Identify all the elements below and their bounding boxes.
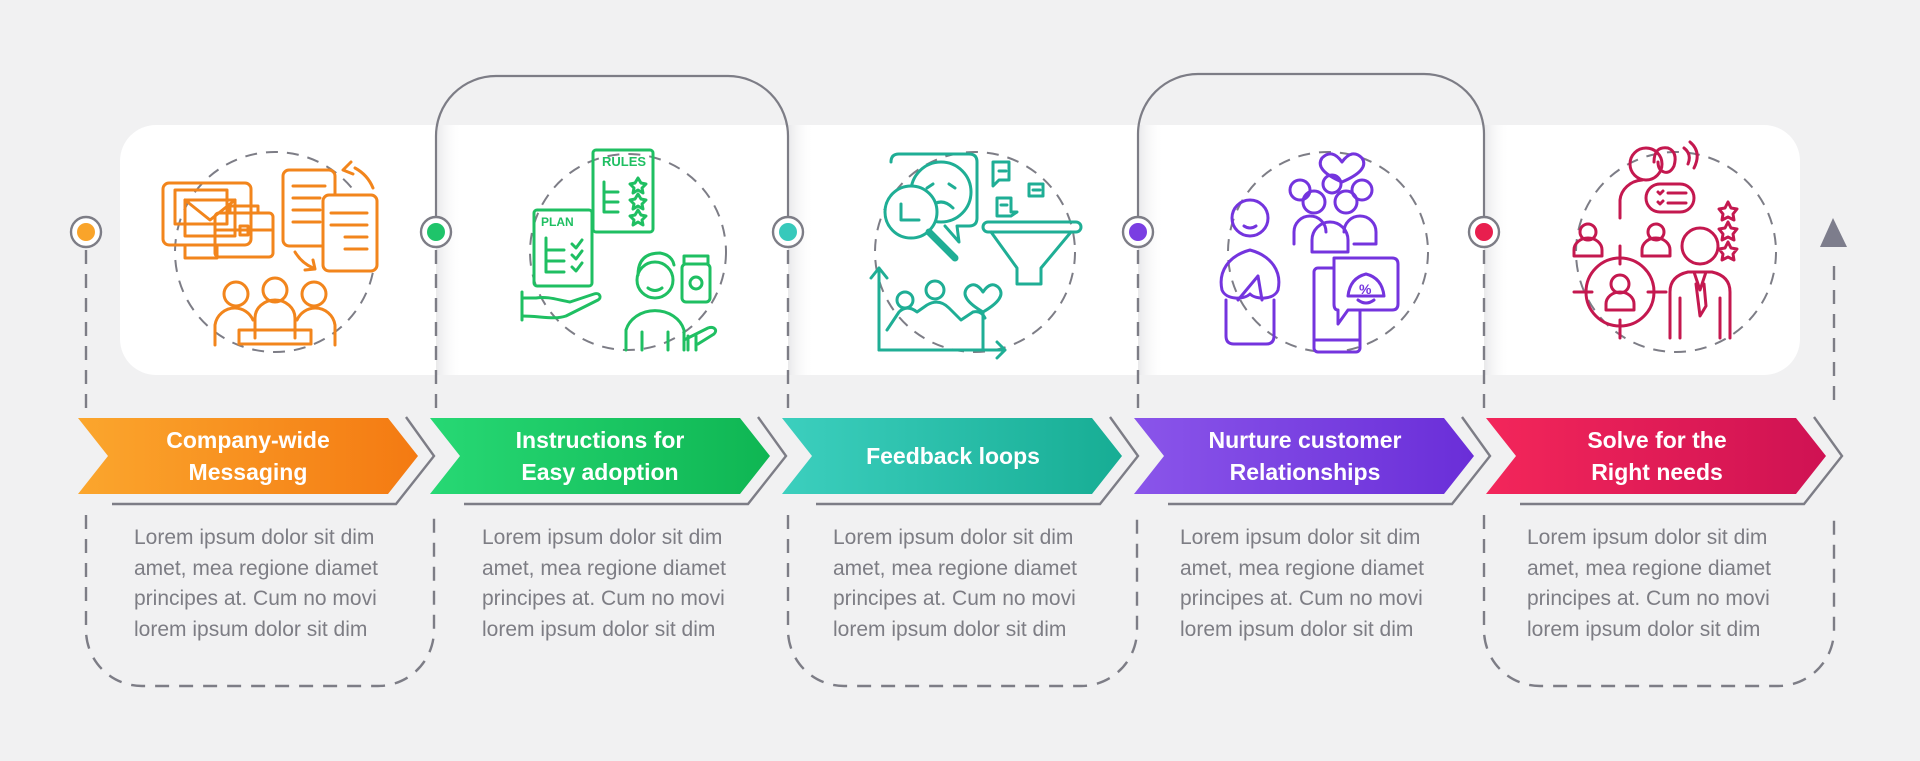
- step-2-description: Lorem ipsum dolor sit dim amet, mea regi…: [482, 526, 726, 641]
- rules-label: RULES: [602, 154, 646, 169]
- step-4-title: Nurture customer Relationships: [1208, 427, 1402, 485]
- target-needs-icon: [1572, 140, 1777, 353]
- feedback-funnel-icon: [869, 151, 1083, 360]
- step-3-description: Lorem ipsum dolor sit dim amet, mea regi…: [833, 526, 1077, 641]
- card-divider-shade: [1484, 125, 1510, 375]
- plan-rules-adoption-icon: RULES PLAN: [520, 148, 727, 352]
- company-messaging-icon: [161, 151, 379, 353]
- step-5-description: Lorem ipsum dolor sit dim amet, mea regi…: [1527, 526, 1771, 641]
- plan-label: PLAN: [541, 215, 574, 229]
- card-divider-shade: [788, 125, 814, 375]
- step-5-title: Solve for the Right needs: [1587, 427, 1727, 485]
- step-4-marker: [1121, 215, 1155, 249]
- customer-relationship-icon: %: [1219, 151, 1429, 354]
- connector-layer: [69, 72, 1847, 688]
- end-arrow-icon: [1820, 218, 1847, 247]
- step-2-title: Instructions for Easy adoption: [515, 427, 685, 485]
- step-3-title: Feedback loops: [866, 443, 1040, 469]
- card-divider-shade: [1138, 125, 1164, 375]
- step-3-marker: [771, 215, 805, 249]
- step-4-description: Lorem ipsum dolor sit dim amet, mea regi…: [1180, 526, 1424, 641]
- step-1-description: Lorem ipsum dolor sit dim amet, mea regi…: [134, 526, 378, 641]
- step-1-title: Company-wide Messaging: [166, 427, 330, 485]
- step-2-marker: [419, 215, 453, 249]
- percent-label: %: [1359, 281, 1372, 297]
- step-1-marker: [69, 215, 103, 249]
- card-divider-shade: [436, 125, 462, 375]
- process-infographic: RULES PLAN % Company-wide Messaging Inst…: [0, 0, 1920, 761]
- step-5-marker: [1467, 215, 1501, 249]
